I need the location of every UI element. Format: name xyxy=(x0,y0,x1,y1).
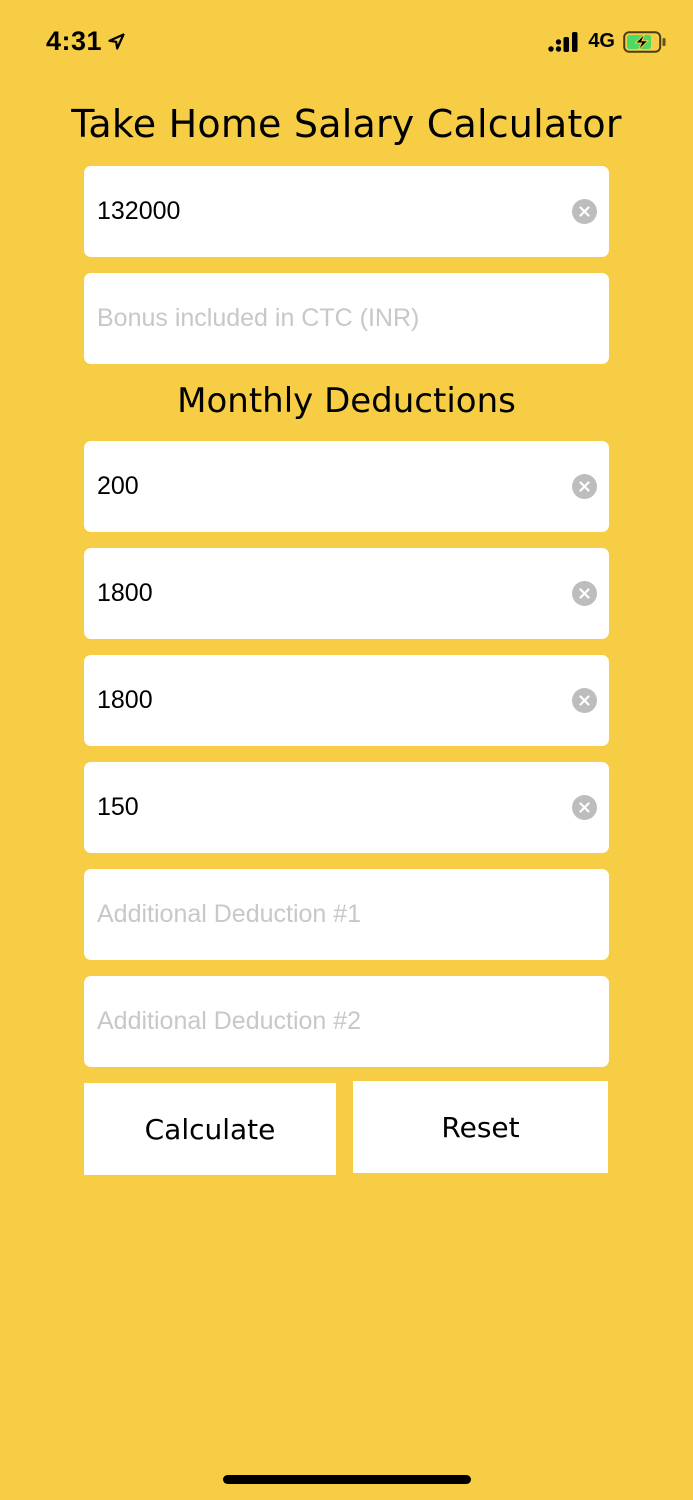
deduction-field-4[interactable] xyxy=(84,762,609,853)
additional-deduction-1-input[interactable] xyxy=(97,869,557,960)
status-bar: 4:31 4G xyxy=(0,0,693,88)
additional-deduction-2-input[interactable] xyxy=(97,976,557,1067)
deduction-field-3[interactable] xyxy=(84,655,609,746)
deduction-input-2[interactable] xyxy=(97,548,557,639)
additional-deduction-2-field[interactable] xyxy=(84,976,609,1067)
ctc-input[interactable] xyxy=(97,166,557,257)
section-heading-monthly-deductions: Monthly Deductions xyxy=(177,381,516,421)
calculate-button[interactable]: Calculate xyxy=(84,1083,336,1175)
bonus-field[interactable] xyxy=(84,273,609,364)
clear-icon[interactable] xyxy=(572,199,597,224)
ctc-field[interactable] xyxy=(84,166,609,257)
battery-charging-icon xyxy=(623,30,666,53)
additional-deduction-1-field[interactable] xyxy=(84,869,609,960)
reset-button[interactable]: Reset xyxy=(353,1081,608,1173)
deduction-input-4[interactable] xyxy=(97,762,557,853)
page-title: Take Home Salary Calculator xyxy=(71,102,622,146)
clear-icon[interactable] xyxy=(572,581,597,606)
clear-icon[interactable] xyxy=(572,688,597,713)
clear-icon[interactable] xyxy=(572,474,597,499)
deduction-input-1[interactable] xyxy=(97,441,557,532)
deduction-field-1[interactable] xyxy=(84,441,609,532)
location-arrow-icon xyxy=(108,33,125,50)
network-type-label: 4G xyxy=(588,30,615,52)
cellular-signal-icon xyxy=(548,31,578,52)
status-indicators: 4G xyxy=(548,30,667,53)
status-time: 4:31 xyxy=(46,26,125,57)
deduction-field-2[interactable] xyxy=(84,548,609,639)
home-indicator[interactable] xyxy=(223,1475,471,1484)
status-time-label: 4:31 xyxy=(46,26,103,56)
deduction-input-3[interactable] xyxy=(97,655,557,746)
bonus-input[interactable] xyxy=(97,273,557,364)
clear-icon[interactable] xyxy=(572,795,597,820)
